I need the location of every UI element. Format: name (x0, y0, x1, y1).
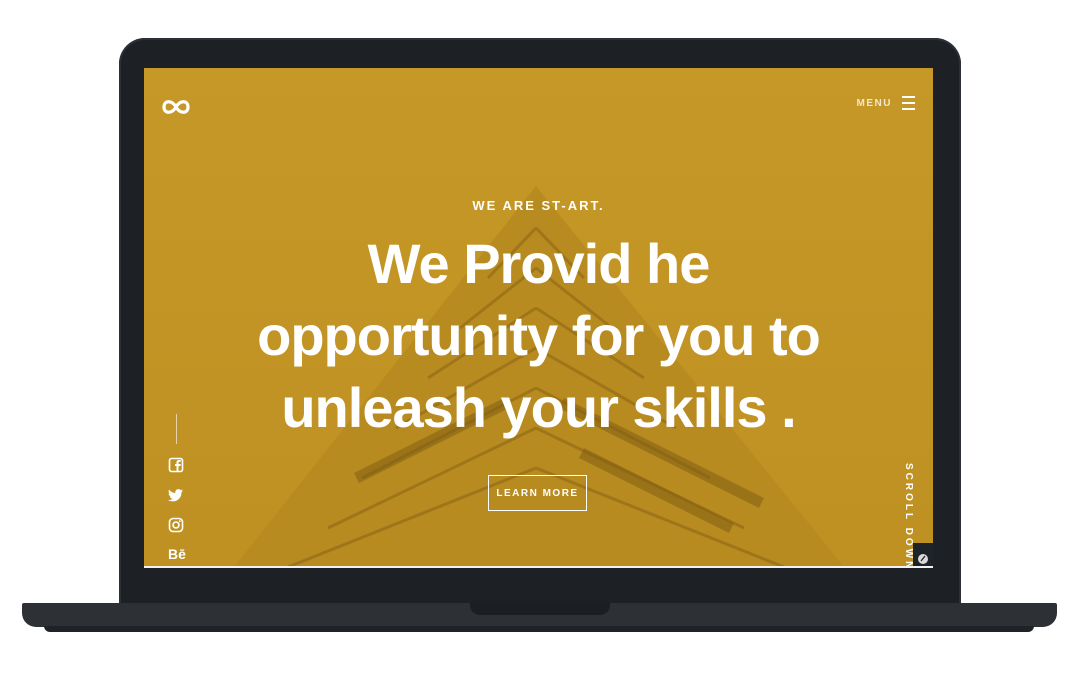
scroll-down-link[interactable]: SCROLL DOWN (900, 463, 914, 567)
instagram-icon[interactable] (168, 517, 184, 533)
laptop-base-shadow (44, 626, 1034, 632)
menu-label: MENU (856, 97, 892, 109)
social-divider (176, 414, 177, 444)
learn-more-button[interactable]: LEARN MORE (488, 475, 587, 511)
leaf-icon (918, 554, 928, 564)
headline-line: opportunity for you to (257, 304, 821, 367)
twitter-icon[interactable] (168, 487, 184, 503)
headline-line: unleash your skills . (281, 376, 796, 439)
facebook-icon[interactable] (168, 457, 184, 473)
headline-line: We Provid he (367, 232, 711, 295)
laptop-mockup: MENU WE ARE ST-ART. We Provid he opportu… (0, 0, 1080, 686)
behance-icon[interactable]: Bē (168, 546, 186, 562)
menu-button[interactable]: MENU (857, 96, 915, 110)
hero-eyebrow: WE ARE ST-ART. (472, 198, 605, 213)
laptop-notch (470, 603, 610, 615)
screen-bottom-edge (144, 566, 933, 568)
hamburger-icon (902, 96, 915, 110)
website-screen: MENU WE ARE ST-ART. We Provid he opportu… (144, 68, 933, 567)
infinity-icon[interactable] (160, 96, 192, 118)
hero-headline: We Provid he opportunity for you to unle… (144, 228, 933, 444)
corner-badge[interactable] (913, 543, 933, 567)
